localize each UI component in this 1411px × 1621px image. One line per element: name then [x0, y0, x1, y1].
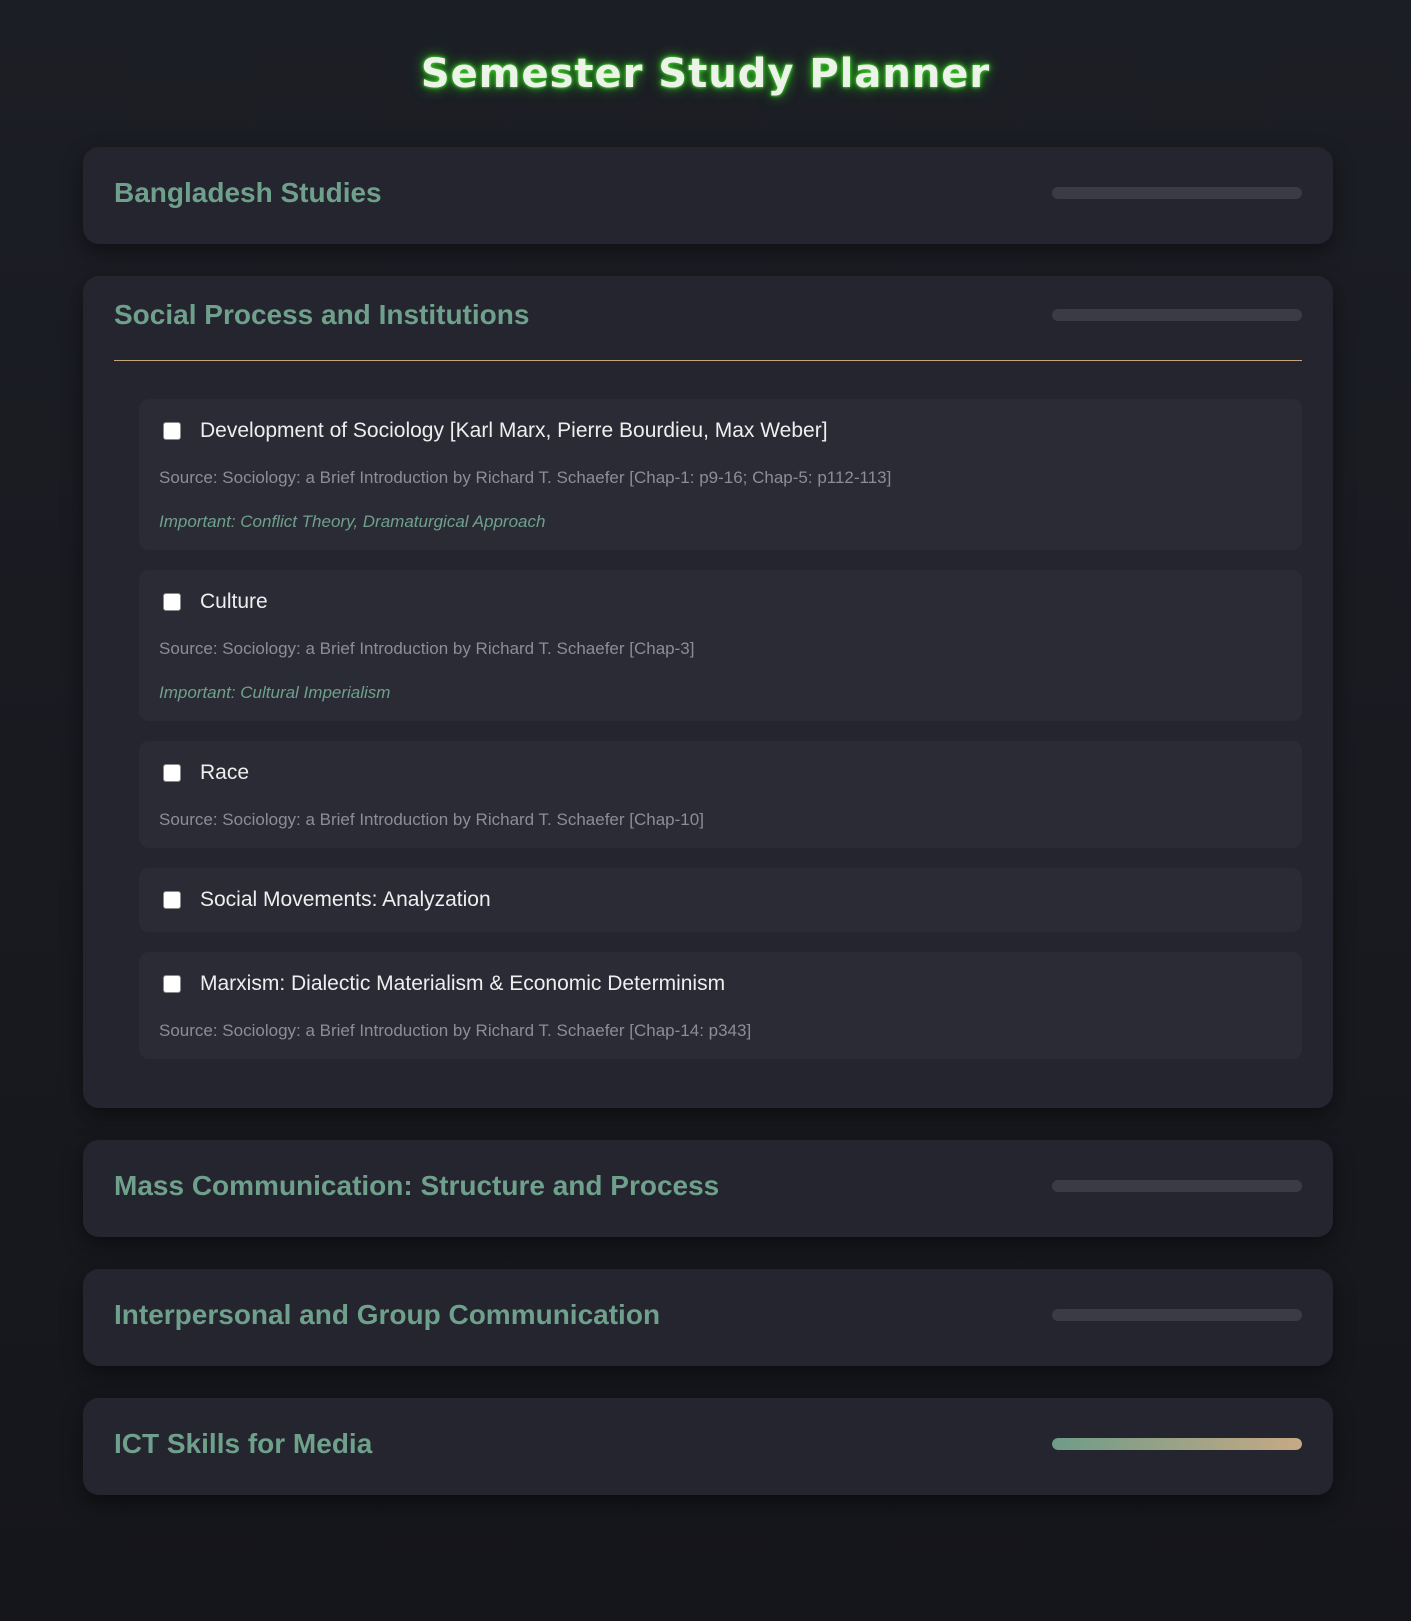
subject-header[interactable]: Social Process and Institutions — [114, 276, 1302, 361]
topic-row[interactable]: Race — [159, 761, 1282, 785]
progress-bar — [1052, 1437, 1302, 1450]
subject-title: Mass Communication: Structure and Proces… — [114, 1169, 720, 1201]
subject-card-interpersonal-communication: Interpersonal and Group Communication — [83, 1269, 1333, 1366]
topic-name: Development of Sociology [Karl Marx, Pie… — [200, 419, 828, 442]
progress-fill — [1052, 1437, 1302, 1450]
progress-bar — [1052, 309, 1302, 321]
topic-row[interactable]: Marxism: Dialectic Materialism & Economi… — [159, 972, 1282, 996]
subject-card-social-process: Social Process and Institutions Developm… — [83, 276, 1333, 1108]
subject-title: ICT Skills for Media — [114, 1427, 373, 1459]
topic-source: Source: Sociology: a Brief Introduction … — [159, 639, 695, 658]
subject-title: Interpersonal and Group Communication — [114, 1298, 661, 1330]
topic-name: Culture — [200, 590, 268, 613]
topic-checkbox[interactable] — [163, 891, 181, 909]
topic-name: Marxism: Dialectic Materialism & Economi… — [200, 972, 726, 995]
topic-source: Source: Sociology: a Brief Introduction … — [159, 468, 892, 487]
page-title: Semester Study Planner — [420, 51, 991, 97]
topic-item: Culture Source: Sociology: a Brief Intro… — [139, 570, 1302, 721]
topic-item: Marxism: Dialectic Materialism & Economi… — [139, 952, 1302, 1059]
topic-list: Development of Sociology [Karl Marx, Pie… — [114, 361, 1302, 1108]
topic-item: Development of Sociology [Karl Marx, Pie… — [139, 399, 1302, 550]
subject-header[interactable]: Interpersonal and Group Communication — [114, 1269, 1302, 1366]
topic-important: Important: Cultural Imperialism — [159, 683, 391, 702]
subject-list: Bangladesh Studies Social Process and In… — [83, 147, 1333, 1527]
topic-row[interactable]: Culture — [159, 590, 1282, 614]
subject-card-ict-skills: ICT Skills for Media — [83, 1398, 1333, 1495]
topic-source: Source: Sociology: a Brief Introduction … — [159, 810, 704, 829]
subject-header[interactable]: Mass Communication: Structure and Proces… — [114, 1140, 1302, 1237]
topic-name: Race — [200, 761, 250, 784]
subject-header[interactable]: Bangladesh Studies — [114, 147, 1302, 244]
topic-checkbox[interactable] — [163, 764, 181, 782]
subject-card-bangladesh-studies: Bangladesh Studies — [83, 147, 1333, 244]
topic-checkbox[interactable] — [163, 975, 181, 993]
topic-source: Source: Sociology: a Brief Introduction … — [159, 1021, 752, 1040]
topic-row[interactable]: Social Movements: Analyzation — [159, 888, 1282, 912]
topic-item: Social Movements: Analyzation — [139, 868, 1302, 932]
topic-item: Race Source: Sociology: a Brief Introduc… — [139, 741, 1302, 848]
progress-bar — [1052, 1308, 1302, 1321]
topic-row[interactable]: Development of Sociology [Karl Marx, Pie… — [159, 419, 1282, 443]
subject-title: Social Process and Institutions — [114, 299, 530, 330]
progress-bar — [1052, 186, 1302, 199]
subject-card-mass-communication: Mass Communication: Structure and Proces… — [83, 1140, 1333, 1237]
topic-checkbox[interactable] — [163, 593, 181, 611]
progress-bar — [1052, 1179, 1302, 1192]
subject-header[interactable]: ICT Skills for Media — [114, 1398, 1302, 1495]
topic-important: Important: Conflict Theory, Dramaturgica… — [159, 512, 546, 531]
topic-checkbox[interactable] — [163, 422, 181, 440]
topic-name: Social Movements: Analyzation — [200, 888, 491, 911]
subject-title: Bangladesh Studies — [114, 176, 382, 208]
